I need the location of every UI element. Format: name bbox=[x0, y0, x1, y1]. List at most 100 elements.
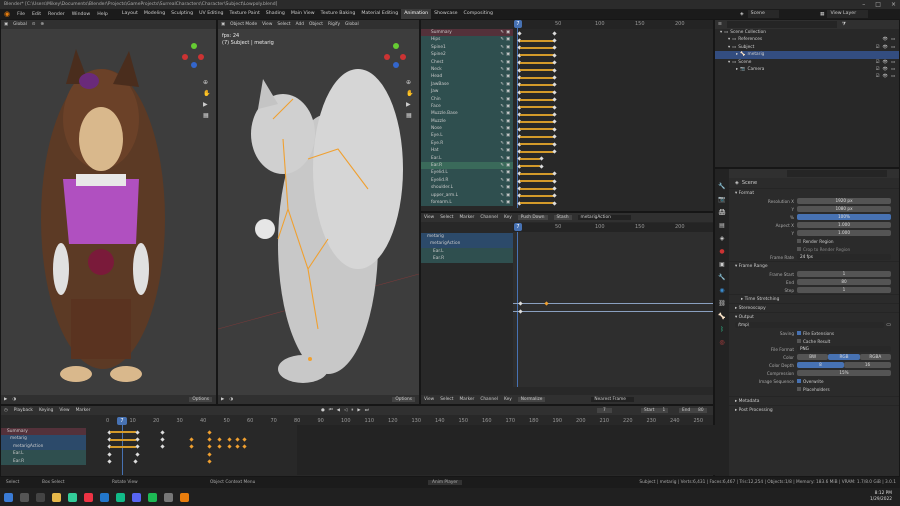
workspace-tab-modeling[interactable]: Modeling bbox=[141, 9, 168, 19]
keyframe[interactable] bbox=[552, 45, 557, 50]
bone-channel[interactable]: Ear.L ✎ ▣ bbox=[421, 154, 513, 163]
camera-view-icon[interactable]: ▶ bbox=[203, 101, 210, 108]
close-icon[interactable]: × bbox=[891, 0, 896, 9]
workspace-tab-material-editing[interactable]: Material Editing bbox=[358, 9, 401, 19]
play-reverse-icon[interactable]: ◁ bbox=[344, 408, 347, 413]
frame-rate-dropdown[interactable]: 24 fps bbox=[797, 254, 891, 260]
menu-edit[interactable]: Edit bbox=[32, 12, 41, 17]
keyframe[interactable] bbox=[217, 437, 222, 442]
keyframe[interactable] bbox=[552, 112, 557, 117]
system-clock[interactable]: 8:12 PM 1/29/2022 bbox=[870, 491, 892, 503]
format-section-header[interactable]: ▾ Format bbox=[729, 188, 899, 197]
jump-end-icon[interactable]: ⏭ bbox=[365, 408, 369, 413]
keyframe[interactable] bbox=[552, 97, 557, 102]
bone-channel[interactable]: Hips ✎ ▣ bbox=[421, 36, 513, 44]
graph-channel[interactable]: Ear.R bbox=[421, 255, 513, 263]
graph-keyframe[interactable] bbox=[518, 301, 523, 306]
view-menu[interactable]: View bbox=[424, 397, 434, 402]
lock-icon[interactable]: ✎ bbox=[500, 73, 504, 80]
curve-ear-l[interactable] bbox=[513, 303, 713, 304]
bone-channel[interactable]: Neck ✎ ▣ bbox=[421, 65, 513, 74]
mute-icon[interactable]: ▣ bbox=[506, 103, 510, 110]
lock-icon[interactable]: ✎ bbox=[500, 118, 504, 125]
camera-visibility-icon[interactable]: ▭ bbox=[891, 73, 895, 80]
keyframe[interactable] bbox=[135, 437, 140, 442]
post-processing-section-header[interactable]: ▸ Post Processing bbox=[729, 405, 899, 414]
current-frame-indicator[interactable]: 7 bbox=[514, 223, 522, 231]
add-menu[interactable]: Add bbox=[296, 22, 304, 27]
keyframe[interactable] bbox=[552, 67, 557, 73]
keyframe[interactable] bbox=[552, 90, 557, 95]
mute-icon[interactable]: ▣ bbox=[506, 59, 510, 66]
keyframe[interactable] bbox=[189, 444, 194, 449]
lock-icon[interactable]: ✎ bbox=[500, 29, 504, 36]
view-layer-selector[interactable]: ▦ View Layer bbox=[820, 10, 869, 18]
mute-icon[interactable]: ▣ bbox=[506, 155, 510, 162]
marker-menu[interactable]: Marker bbox=[76, 408, 91, 413]
depth-16-option[interactable]: 16 bbox=[844, 362, 891, 368]
compression-field[interactable]: 15% bbox=[797, 370, 891, 376]
task-view-icon[interactable] bbox=[36, 492, 45, 502]
keyframe[interactable] bbox=[552, 104, 557, 110]
keyframe[interactable] bbox=[552, 53, 557, 58]
bone-channel[interactable]: Head ✎ ▣ bbox=[421, 73, 513, 81]
menu-render[interactable]: Render bbox=[48, 12, 65, 17]
keyframe[interactable] bbox=[133, 459, 138, 464]
timeline-channel[interactable]: Ear.R bbox=[1, 457, 86, 465]
expand-icon[interactable]: ▾ bbox=[728, 45, 730, 50]
keyframe[interactable] bbox=[207, 459, 212, 464]
mute-icon[interactable]: ▣ bbox=[506, 51, 510, 58]
scene-tab-icon[interactable]: ◈ bbox=[720, 235, 725, 242]
object-tab-icon[interactable]: ▣ bbox=[719, 261, 725, 268]
workspace-tab-main-view[interactable]: Main View bbox=[288, 9, 318, 19]
keyframe[interactable] bbox=[107, 459, 112, 464]
bone-tab-icon[interactable]: ᛒ bbox=[720, 326, 724, 333]
data-tab-icon[interactable]: 🦴 bbox=[718, 313, 725, 320]
graph-area[interactable] bbox=[513, 232, 713, 387]
depth-8-option[interactable]: 8 bbox=[797, 362, 844, 368]
lock-icon[interactable]: ✎ bbox=[500, 66, 504, 73]
lock-icon[interactable]: ✎ bbox=[500, 103, 504, 110]
render-region-checkbox[interactable] bbox=[797, 239, 801, 243]
filter-icon[interactable]: ⧩ bbox=[842, 22, 846, 27]
scene-name[interactable]: Scene bbox=[747, 10, 779, 18]
expand-icon[interactable]: ▾ bbox=[728, 37, 730, 42]
outliner-item[interactable]: ▾▭Subject☑👁▭ bbox=[715, 44, 899, 57]
bone-channel[interactable]: Eyelid.L ✎ ▣ bbox=[421, 169, 513, 177]
play-icon[interactable]: ▶ bbox=[4, 397, 7, 402]
jump-start-icon[interactable]: ⏮ bbox=[329, 408, 333, 413]
workspace-tab-shading[interactable]: Shading bbox=[263, 9, 288, 19]
bone-channel[interactable]: Face ✎ ▣ bbox=[421, 102, 513, 111]
time-stretch-section-header[interactable]: ▸ Time Stretching bbox=[729, 294, 899, 303]
editor-type-icon[interactable]: ☰ bbox=[718, 22, 722, 27]
bone-channel[interactable]: forearm.L ✎ ▣ bbox=[421, 198, 513, 207]
lock-icon[interactable]: ✎ bbox=[500, 162, 504, 169]
hand-pan-icon[interactable]: ✋ bbox=[406, 90, 413, 97]
view-menu[interactable]: View bbox=[424, 215, 434, 220]
orientation-dropdown[interactable]: Global bbox=[345, 22, 359, 27]
frame-step-field[interactable]: 1 bbox=[797, 287, 891, 293]
workspace-tab-sculpting[interactable]: Sculpting bbox=[168, 9, 196, 19]
mode-dropdown[interactable]: Object Mode bbox=[230, 22, 257, 27]
timeline-channel[interactable]: metarigAction bbox=[1, 442, 86, 451]
browser-icon[interactable] bbox=[68, 492, 77, 502]
pause-icon[interactable]: ⏸ bbox=[351, 408, 353, 413]
stash-button[interactable]: Stash bbox=[553, 215, 572, 220]
nla-graph-editor[interactable]: View Select Marker Channel Key Push Down… bbox=[420, 212, 714, 405]
next-key-icon[interactable]: ▶ bbox=[357, 408, 360, 413]
shading-icon[interactable]: ◑ bbox=[229, 397, 233, 402]
keyframe[interactable] bbox=[207, 444, 212, 449]
bone-channel[interactable]: Chin ✎ ▣ bbox=[421, 95, 513, 103]
keyframe[interactable] bbox=[227, 437, 232, 442]
keyframe[interactable] bbox=[160, 429, 165, 435]
file-extensions-checkbox[interactable] bbox=[797, 331, 801, 335]
output-tab-icon[interactable]: 🖨 bbox=[718, 209, 726, 216]
keyframe[interactable] bbox=[552, 75, 557, 80]
navigation-gizmo[interactable] bbox=[179, 41, 209, 71]
normalize-toggle[interactable]: Normalize bbox=[517, 397, 546, 402]
keyframe[interactable] bbox=[189, 437, 194, 442]
keyframe[interactable] bbox=[552, 186, 557, 191]
mute-icon[interactable]: ▣ bbox=[506, 44, 510, 51]
keyframe[interactable] bbox=[235, 444, 240, 449]
expand-icon[interactable]: ▾ bbox=[720, 30, 722, 35]
